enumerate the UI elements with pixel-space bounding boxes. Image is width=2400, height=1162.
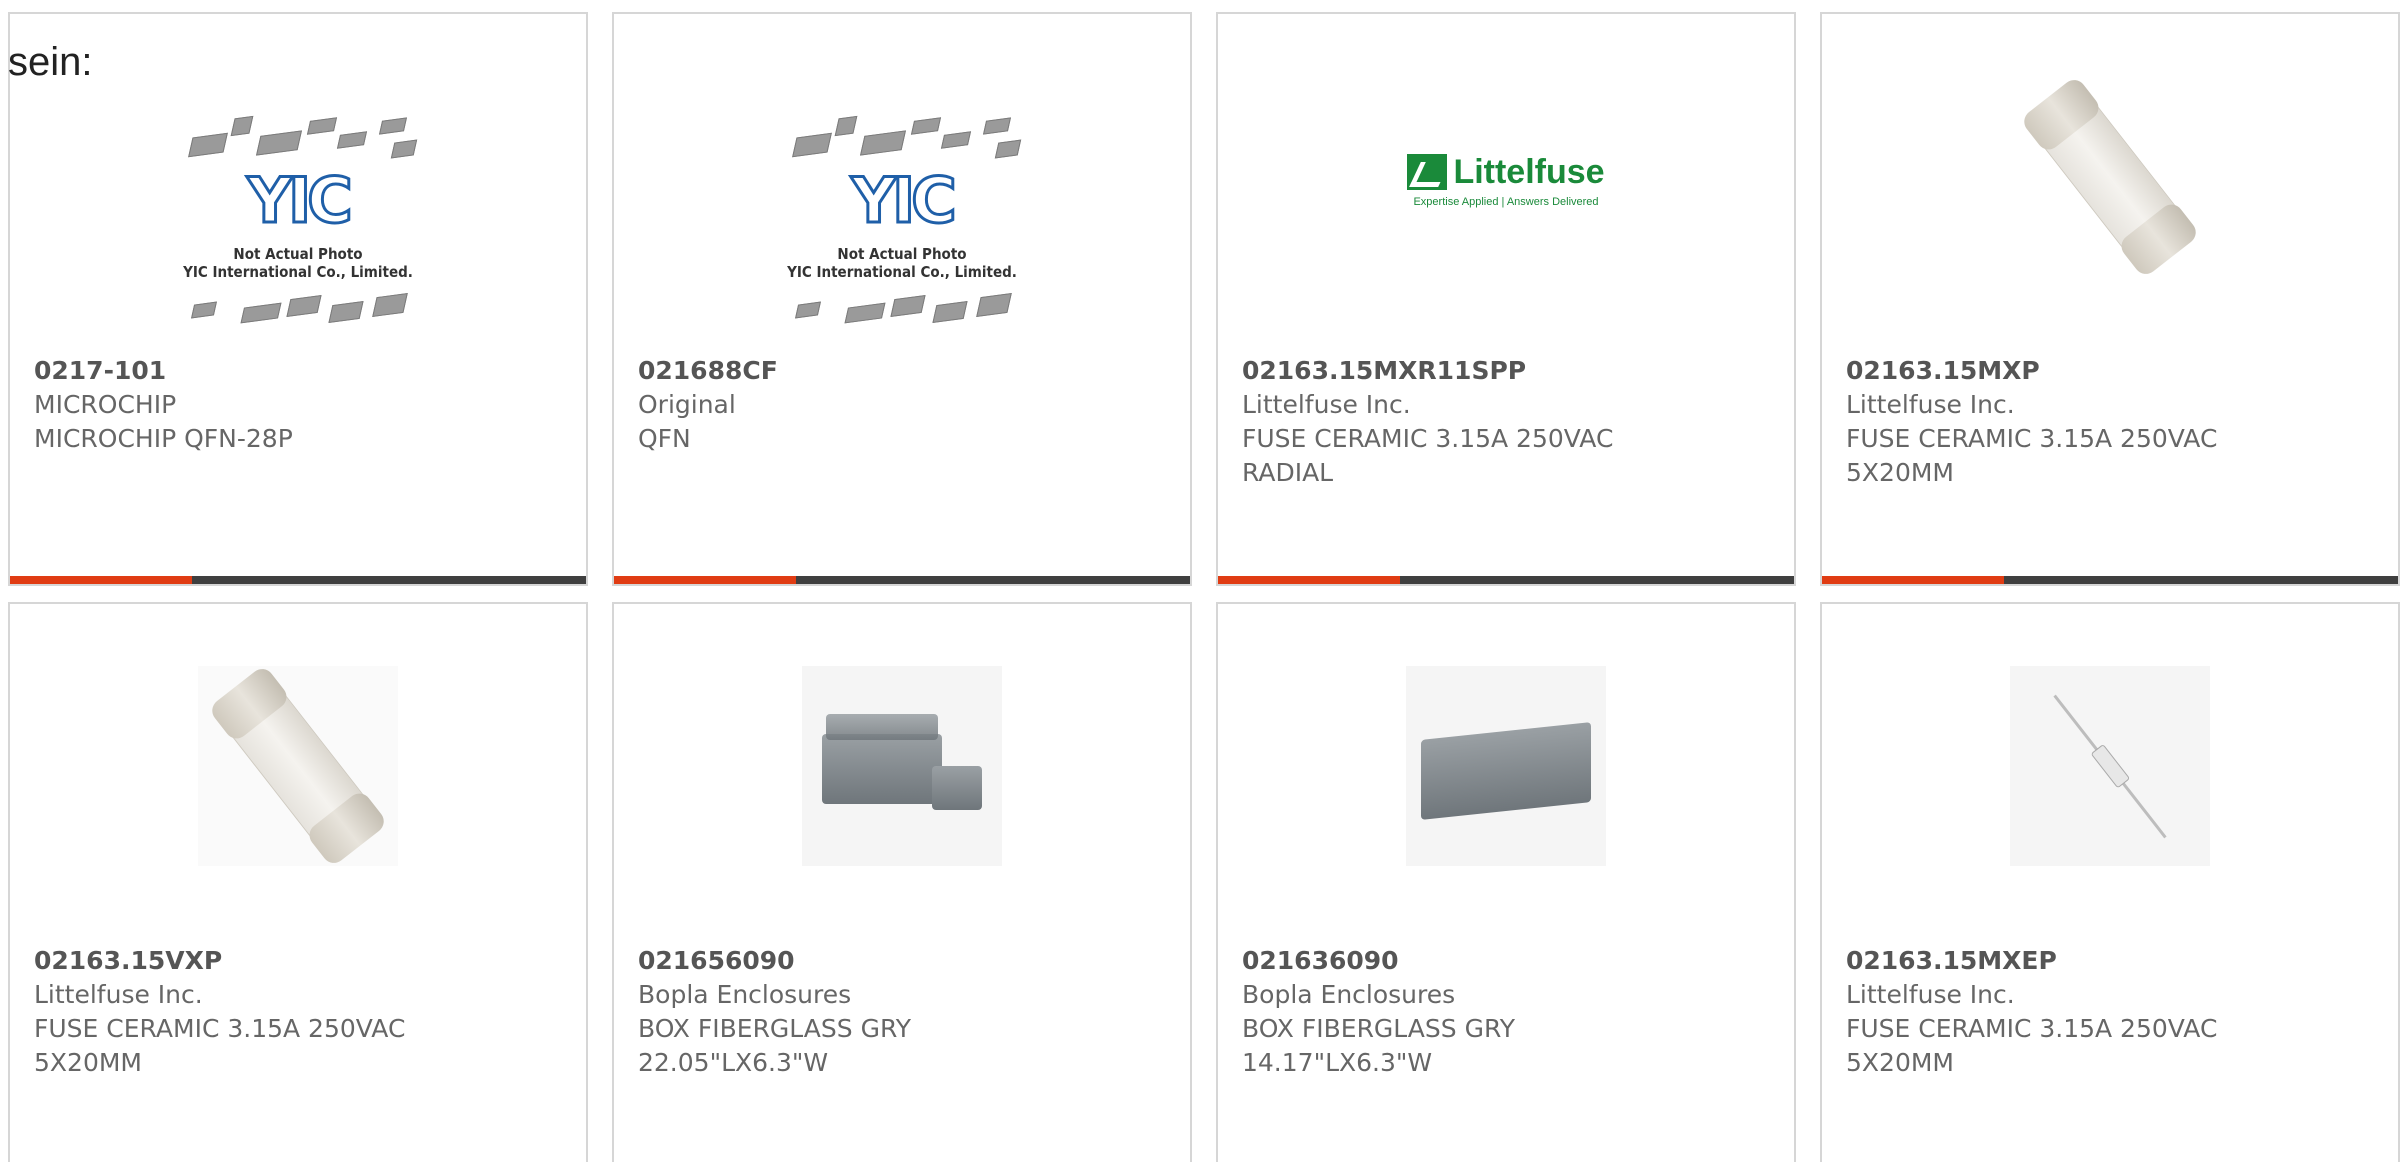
description: QFN [638, 424, 691, 453]
description: FUSE CERAMIC 3.15A 250VAC 5X20MM [1846, 1014, 2218, 1077]
enclosure-photo-icon [1411, 711, 1601, 821]
part-number[interactable]: 0217-101 [34, 354, 566, 388]
placeholder-caption-line1: Not Actual Photo [837, 245, 967, 263]
fuse-photo-icon [2021, 77, 2199, 277]
placeholder-caption-line2: YIC International Co., Limited. [787, 263, 1017, 281]
card-footer-bar [614, 576, 1190, 584]
product-image[interactable] [1975, 44, 2245, 310]
card-footer-bar [1218, 576, 1794, 584]
fuse-photo-icon [209, 666, 387, 866]
product-card[interactable]: 02163.15MXEP Littelfuse Inc. FUSE CERAMI… [1820, 602, 2400, 1162]
part-number[interactable]: 021656090 [638, 944, 1170, 978]
part-number[interactable]: 021636090 [1242, 944, 1774, 978]
manufacturer: Original [638, 390, 736, 419]
description: FUSE CERAMIC 3.15A 250VAC 5X20MM [1846, 424, 2218, 487]
manufacturer: Bopla Enclosures [1242, 980, 1456, 1009]
placeholder-caption-line1: Not Actual Photo [233, 245, 363, 263]
yic-logo-icon: YIC [850, 163, 958, 238]
product-card[interactable]: YIC Not Actual Photo YIC International C… [8, 12, 588, 586]
littelfuse-logo-icon: Littelfuse Expertise Applied | Answers D… [1407, 153, 1605, 208]
axial-fuse-photo-icon [2053, 694, 2167, 838]
description: BOX FIBERGLASS GRY 14.17"LX6.3"W [1242, 1014, 1516, 1077]
product-card[interactable]: 021656090 Bopla Enclosures BOX FIBERGLAS… [612, 602, 1192, 1162]
description: MICROCHIP QFN-28P [34, 424, 293, 453]
part-number[interactable]: 02163.15MXEP [1846, 944, 2378, 978]
manufacturer: Bopla Enclosures [638, 980, 852, 1009]
enclosure-photo-icon [812, 706, 992, 826]
yic-logo-icon: YIC [246, 163, 354, 238]
part-number[interactable]: 021688CF [638, 354, 1170, 388]
manufacturer: Littelfuse Inc. [34, 980, 203, 1009]
card-footer-bar [10, 576, 586, 584]
product-card[interactable]: YIC Not Actual Photo YIC International C… [612, 12, 1192, 586]
product-image[interactable] [1406, 666, 1606, 866]
page-heading: sein: [8, 40, 93, 84]
product-card[interactable]: Littelfuse Expertise Applied | Answers D… [1216, 12, 1796, 586]
description: FUSE CERAMIC 3.15A 250VAC RADIAL [1242, 424, 1614, 487]
product-image-placeholder[interactable]: YIC Not Actual Photo YIC International C… [767, 92, 1037, 358]
product-image-placeholder[interactable]: YIC Not Actual Photo YIC International C… [163, 92, 433, 358]
card-footer-bar [1822, 576, 2398, 584]
placeholder-caption-line2: YIC International Co., Limited. [183, 263, 413, 281]
description: BOX FIBERGLASS GRY 22.05"LX6.3"W [638, 1014, 912, 1077]
product-image[interactable] [2010, 666, 2210, 866]
product-image[interactable]: Littelfuse Expertise Applied | Answers D… [1371, 92, 1641, 358]
part-number[interactable]: 02163.15MXP [1846, 354, 2378, 388]
manufacturer: Littelfuse Inc. [1242, 390, 1411, 419]
description: FUSE CERAMIC 3.15A 250VAC 5X20MM [34, 1014, 406, 1077]
product-image[interactable] [802, 666, 1002, 866]
product-image[interactable] [198, 666, 398, 866]
product-card[interactable]: 02163.15MXP Littelfuse Inc. FUSE CERAMIC… [1820, 12, 2400, 586]
part-number[interactable]: 02163.15VXP [34, 944, 566, 978]
product-card[interactable]: 02163.15VXP Littelfuse Inc. FUSE CERAMIC… [8, 602, 588, 1162]
manufacturer: Littelfuse Inc. [1846, 390, 2015, 419]
part-number[interactable]: 02163.15MXR11SPP [1242, 354, 1774, 388]
manufacturer: MICROCHIP [34, 390, 177, 419]
product-card[interactable]: 021636090 Bopla Enclosures BOX FIBERGLAS… [1216, 602, 1796, 1162]
manufacturer: Littelfuse Inc. [1846, 980, 2015, 1009]
